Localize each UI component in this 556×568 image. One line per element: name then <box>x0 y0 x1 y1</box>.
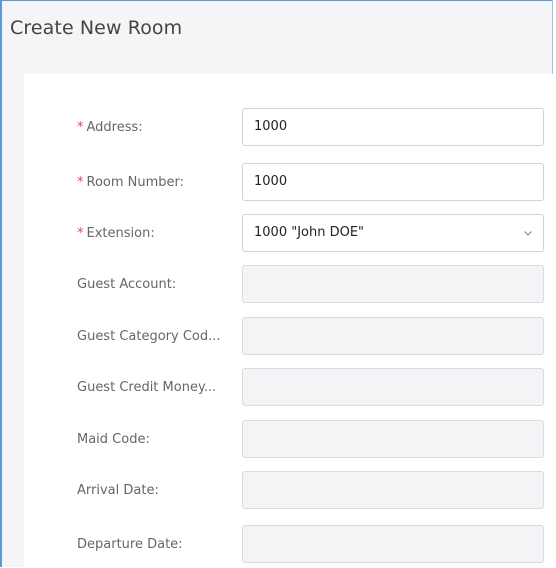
arrival-date-input[interactable] <box>242 471 544 509</box>
departure-date-row: Departure Date: <box>24 525 555 565</box>
required-marker: * <box>77 226 84 241</box>
extension-select[interactable]: 1000 "John DOE" <box>242 214 544 252</box>
required-marker: * <box>77 120 84 135</box>
arrival-date-label: Arrival Date: <box>77 483 159 498</box>
extension-row: * Extension: 1000 "John DOE" <box>24 214 555 254</box>
dialog-title: Create New Room <box>10 17 183 39</box>
maid-code-label: Maid Code: <box>77 432 150 447</box>
create-room-dialog: Create New Room * Address: 1000 * Room Num… <box>0 0 555 568</box>
room-number-row: * Room Number: 1000 <box>24 163 555 203</box>
guest-category-code-input[interactable] <box>242 317 544 355</box>
guest-account-label: Guest Account: <box>77 277 177 292</box>
chevron-down-icon <box>524 231 532 236</box>
departure-date-input[interactable] <box>242 525 544 563</box>
guest-credit-money-row: Guest Credit Money... <box>24 368 555 408</box>
guest-credit-money-label: Guest Credit Money... <box>77 380 217 395</box>
room-number-label: * Room Number: <box>77 175 185 190</box>
guest-credit-money-input[interactable] <box>242 368 544 406</box>
room-number-input[interactable]: 1000 <box>242 163 544 201</box>
guest-account-input[interactable] <box>242 265 544 303</box>
address-label: * Address: <box>77 120 143 135</box>
arrival-date-row: Arrival Date: <box>24 471 555 511</box>
maid-code-row: Maid Code: <box>24 420 555 460</box>
guest-category-code-label: Guest Category Cod... <box>77 329 221 344</box>
extension-label: * Extension: <box>77 226 155 241</box>
departure-date-label: Departure Date: <box>77 537 183 552</box>
extension-select-value: 1000 "John DOE" <box>254 225 365 240</box>
address-input[interactable]: 1000 <box>242 108 544 146</box>
maid-code-input[interactable] <box>242 420 544 458</box>
required-marker: * <box>77 175 84 190</box>
address-row: * Address: 1000 <box>24 108 555 148</box>
guest-category-code-row: Guest Category Cod... <box>24 317 555 357</box>
form-panel: * Address: 1000 * Room Number: 1000 * Exten… <box>24 74 555 568</box>
guest-account-row: Guest Account: <box>24 265 555 305</box>
